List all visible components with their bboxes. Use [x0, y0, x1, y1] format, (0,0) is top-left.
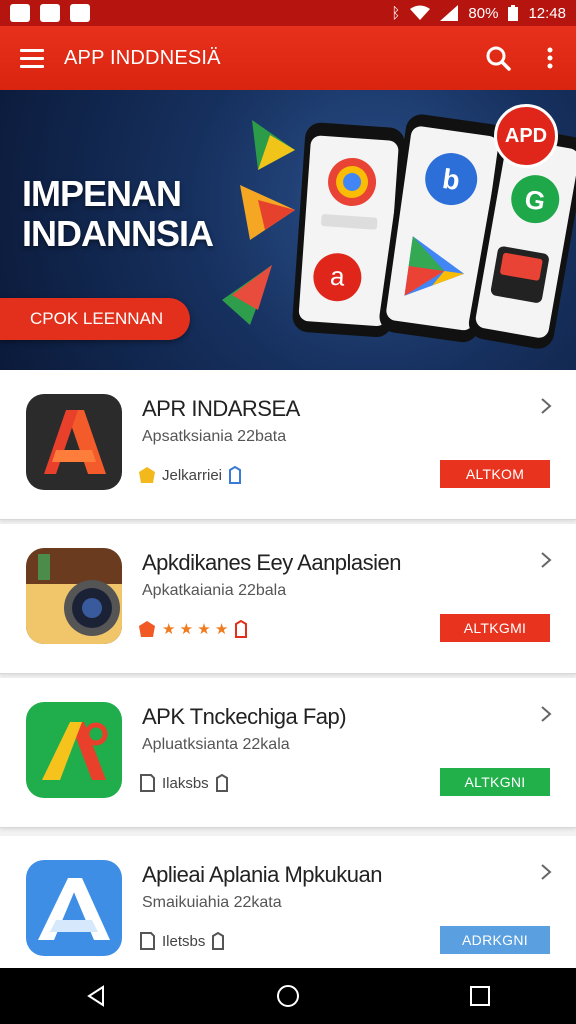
banner-cta-button[interactable]: CPOK LEENNAN: [0, 298, 190, 340]
tag-icon: [229, 466, 242, 484]
home-icon[interactable]: [258, 968, 318, 1024]
chevron-right-icon[interactable]: [536, 550, 556, 570]
app-meta: Jelkarriei: [162, 466, 223, 484]
battery-percent: 80%: [468, 4, 499, 22]
system-nav-bar: [0, 968, 576, 1024]
apd-badge: APD: [494, 104, 558, 168]
app-name: Aplieai Aplania Mpkukuan: [142, 862, 382, 887]
list-item[interactable]: Apkdikanes Eey Aanplasien Apkatkaiania 2…: [0, 524, 576, 674]
notification-icons: [10, 4, 90, 22]
status-bar: ᛒ 80% 12:48: [0, 0, 576, 26]
app-title: APP INDDNESIÄ: [64, 46, 221, 69]
app-subtitle: Apsatksiania 22bata: [142, 428, 287, 445]
wifi-icon: [410, 5, 431, 20]
app-subtitle: Apluatksianta 22kala: [142, 736, 290, 753]
camera-icon: [26, 548, 122, 644]
orange-a-icon: [26, 394, 122, 490]
battery-icon: [508, 5, 519, 21]
app-bar: APP INDDNESIÄ: [0, 26, 576, 90]
chevron-right-icon[interactable]: [536, 704, 556, 724]
mail-icon: [70, 4, 90, 22]
app-meta: Iletsbs: [162, 932, 206, 950]
badge-icon: [139, 467, 155, 483]
overflow-menu-icon[interactable]: [524, 26, 576, 90]
promo-banner[interactable]: a b G IMPENAN INDANNSIA CPOK LEENNAN APD: [0, 90, 576, 370]
search-icon[interactable]: [472, 26, 524, 90]
install-button[interactable]: ALTKGMI: [440, 614, 550, 642]
list-item[interactable]: Aplieai Aplania Mpkukuan Smaikuiahia 22k…: [0, 836, 576, 986]
green-a-icon: [26, 702, 122, 798]
rating-stars: ★ ★ ★ ★: [162, 621, 229, 638]
app-meta: Ilaksbs: [162, 774, 209, 792]
recents-icon[interactable]: [450, 968, 510, 1024]
back-icon[interactable]: [66, 968, 126, 1024]
menu-icon[interactable]: [0, 26, 64, 90]
app-name: Apkdikanes Eey Aanplasien: [142, 550, 402, 575]
svg-text:a: a: [329, 261, 346, 292]
blue-a-icon: [26, 860, 122, 956]
bluetooth-icon: ᛒ: [391, 4, 401, 22]
app-subtitle: Apkatkaiania 22bala: [142, 582, 287, 599]
notification-icon: [10, 4, 30, 22]
chevron-right-icon[interactable]: [536, 862, 556, 882]
file-icon: [140, 932, 155, 950]
app-name: APR INDARSEA: [142, 396, 300, 421]
tag-icon: [212, 932, 225, 950]
banner-title: IMPENAN INDANNSIA: [22, 173, 214, 254]
app-subtitle: Smaikuiahia 22kata: [142, 894, 282, 911]
file-icon: [140, 774, 155, 792]
list-item[interactable]: APK Tnckechiga Fap) Apluatksianta 22kala…: [0, 678, 576, 828]
chevron-right-icon[interactable]: [536, 396, 556, 416]
tag-icon: [235, 620, 248, 638]
install-button[interactable]: ALTKOM: [440, 460, 550, 488]
install-button[interactable]: ADRKGNI: [440, 926, 550, 954]
install-button[interactable]: ALTKGNI: [440, 768, 550, 796]
badge-icon: [139, 621, 155, 637]
app-name: APK Tnckechiga Fap): [142, 704, 347, 729]
signal-icon: [440, 5, 459, 21]
clock: 12:48: [528, 4, 566, 22]
tag-icon: [215, 774, 228, 792]
notification-icon: [40, 4, 60, 22]
list-item[interactable]: APR INDARSEA Apsatksiania 22bata Jelkarr…: [0, 370, 576, 520]
